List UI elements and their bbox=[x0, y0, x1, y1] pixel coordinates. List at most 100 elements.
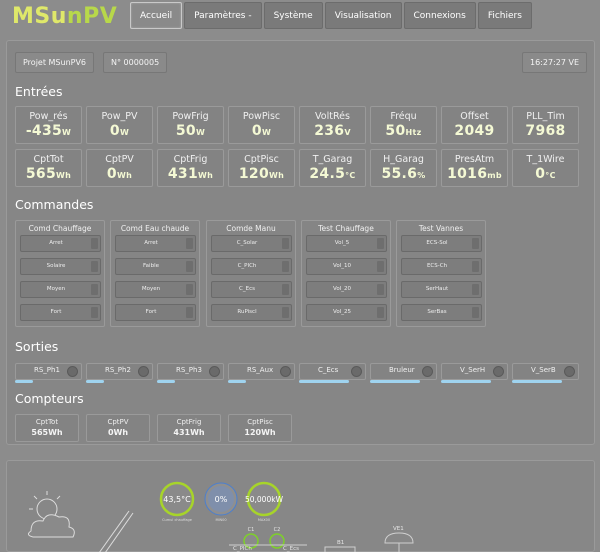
command-button-knob bbox=[377, 261, 384, 272]
output-c-ecs[interactable]: C_Ecs bbox=[299, 363, 366, 380]
counter-label: CptPisc bbox=[247, 418, 273, 426]
output-status-led-icon bbox=[422, 366, 433, 377]
input-tile-h-garag: H_Garag 55.6% bbox=[370, 149, 437, 187]
command-button-label: Vol_25 bbox=[333, 309, 351, 315]
input-value: 50W bbox=[175, 123, 206, 139]
svg-text:0%: 0% bbox=[215, 495, 228, 504]
section-compteurs: Compteurs bbox=[15, 391, 84, 406]
output-label: RS_Ph2 bbox=[105, 366, 131, 374]
tab-accueil[interactable]: Accueil bbox=[130, 2, 183, 29]
command-button-arret[interactable]: Arret bbox=[115, 235, 196, 252]
counter-label: CptPV bbox=[107, 418, 129, 426]
output-v-serh[interactable]: V_SerH bbox=[441, 363, 508, 380]
command-button-solaire[interactable]: Solaire bbox=[20, 258, 101, 275]
command-button-knob bbox=[472, 261, 479, 272]
command-button-knob bbox=[282, 261, 289, 272]
tab-parametres[interactable]: Paramètres - bbox=[184, 2, 262, 29]
output-status-led-icon bbox=[280, 366, 291, 377]
output-bruleur[interactable]: Bruleur bbox=[370, 363, 437, 380]
input-value: 55.6% bbox=[381, 166, 426, 182]
output-rs-aux[interactable]: RS_Aux bbox=[228, 363, 295, 380]
counter-value: 0Wh bbox=[107, 428, 129, 437]
command-group-title: Test Chauffage bbox=[318, 224, 374, 233]
command-button-label: Fort bbox=[145, 309, 157, 315]
command-button-knob bbox=[91, 261, 98, 272]
main-nav: Accueil Paramètres - Système Visualisati… bbox=[130, 2, 532, 29]
command-button-moyen[interactable]: Moyen bbox=[115, 281, 196, 298]
command-button-label: Arret bbox=[49, 240, 63, 246]
tab-visualisation[interactable]: Visualisation bbox=[324, 2, 402, 29]
gauge-temperature: 43,5°C Cumul chauffage bbox=[159, 481, 195, 522]
command-button-moyen[interactable]: Moyen bbox=[20, 281, 101, 298]
command-button-fort[interactable]: Fort bbox=[20, 304, 101, 321]
serial-number: N° 0000005 bbox=[103, 52, 168, 73]
command-button-arret[interactable]: Arret bbox=[20, 235, 101, 252]
input-label: PowFrig bbox=[172, 111, 209, 122]
command-button-vol-10[interactable]: Vol_10 bbox=[306, 258, 387, 275]
output-level-bar bbox=[441, 380, 491, 383]
svg-text:MIN00: MIN00 bbox=[215, 518, 226, 522]
command-button-knob bbox=[472, 284, 479, 295]
input-value: 120Wh bbox=[238, 166, 285, 182]
command-button-c-ecs[interactable]: C_Ecs bbox=[211, 281, 292, 298]
input-value: 2049 bbox=[454, 123, 495, 139]
command-button-rupiscl[interactable]: RuPiscl bbox=[211, 304, 292, 321]
section-entrees: Entrées bbox=[15, 84, 63, 99]
command-button-label: Solaire bbox=[46, 263, 66, 269]
counter-cptpv: CptPV 0Wh bbox=[86, 414, 150, 442]
command-button-faible[interactable]: Faible bbox=[115, 258, 196, 275]
command-button-label: ECS-Sol bbox=[426, 240, 448, 246]
input-tile-presatm: PresAtm 1016mb bbox=[441, 149, 508, 187]
output-v-serb[interactable]: V_SerB bbox=[512, 363, 579, 380]
command-button-serbas[interactable]: SerBas bbox=[401, 304, 482, 321]
command-button-fort[interactable]: Fort bbox=[115, 304, 196, 321]
command-button-vol-5[interactable]: Vol_5 bbox=[306, 235, 387, 252]
command-button-knob bbox=[186, 307, 193, 318]
command-button-vol-25[interactable]: Vol_25 bbox=[306, 304, 387, 321]
output-label: Bruleur bbox=[389, 366, 415, 374]
input-value: 24.5°C bbox=[309, 166, 356, 182]
output-rs-ph3[interactable]: RS_Ph3 bbox=[157, 363, 224, 380]
logo-part: MSu bbox=[12, 4, 67, 29]
synoptic-diagram: 43,5°C Cumul chauffage 0% MIN00 50,000kW… bbox=[27, 481, 414, 552]
input-label: PresAtm bbox=[454, 154, 495, 165]
input-value: 1016mb bbox=[447, 166, 502, 182]
command-button-c-pich[interactable]: C_PICh bbox=[211, 258, 292, 275]
command-group-title: Test Vannes bbox=[418, 224, 464, 233]
command-button-c-solar[interactable]: C_Solar bbox=[211, 235, 292, 252]
command-button-vol-20[interactable]: Vol_20 bbox=[306, 281, 387, 298]
output-rs-ph2[interactable]: RS_Ph2 bbox=[86, 363, 153, 380]
project-name: Projet MSunPV6 bbox=[15, 52, 95, 73]
output-level-bar bbox=[512, 380, 562, 383]
input-value: 431Wh bbox=[167, 166, 214, 182]
synoptic-panel: 43,5°C Cumul chauffage 0% MIN00 50,000kW… bbox=[6, 460, 595, 552]
output-status-led-icon bbox=[138, 366, 149, 377]
svg-text:50,000kW: 50,000kW bbox=[245, 495, 284, 504]
command-group-comd-chauffage: Comd Chauffage Arret Solaire Moyen Fort bbox=[15, 220, 105, 327]
output-label: C_Ecs bbox=[318, 366, 339, 374]
input-label: CptFrig bbox=[173, 154, 208, 165]
command-button-knob bbox=[377, 307, 384, 318]
tab-connexions[interactable]: Connexions bbox=[403, 2, 476, 29]
output-level-bar bbox=[299, 380, 349, 383]
command-group-title: Comd Chauffage bbox=[28, 224, 92, 233]
input-value: 236V bbox=[314, 123, 351, 139]
command-group-comde-manu: Comde Manu C_Solar C_PICh C_Ecs RuPiscl bbox=[206, 220, 296, 327]
output-rs-ph1[interactable]: RS_Ph1 bbox=[15, 363, 82, 380]
app-logo[interactable]: MSunPV bbox=[12, 4, 117, 29]
input-value: 565Wh bbox=[25, 166, 72, 182]
svg-text:VE1: VE1 bbox=[393, 526, 404, 532]
command-button-ecs-ch[interactable]: ECS-Ch bbox=[401, 258, 482, 275]
input-tile-pow-res: Pow_rés -435W bbox=[15, 106, 82, 144]
tab-systeme[interactable]: Système bbox=[263, 2, 323, 29]
counter-cptpisc: CptPisc 120Wh bbox=[228, 414, 292, 442]
input-value: 0°C bbox=[535, 166, 556, 182]
command-button-serhaut[interactable]: SerHaut bbox=[401, 281, 482, 298]
tab-fichiers[interactable]: Fichiers bbox=[477, 2, 532, 29]
input-tile-voltres: VoltRés 236V bbox=[299, 106, 366, 144]
input-tile-t-garag: T_Garag 24.5°C bbox=[299, 149, 366, 187]
logo-part: nPV bbox=[66, 4, 118, 29]
command-button-ecs-sol[interactable]: ECS-Sol bbox=[401, 235, 482, 252]
output-status-led-icon bbox=[209, 366, 220, 377]
command-group-title: Comde Manu bbox=[226, 224, 276, 233]
